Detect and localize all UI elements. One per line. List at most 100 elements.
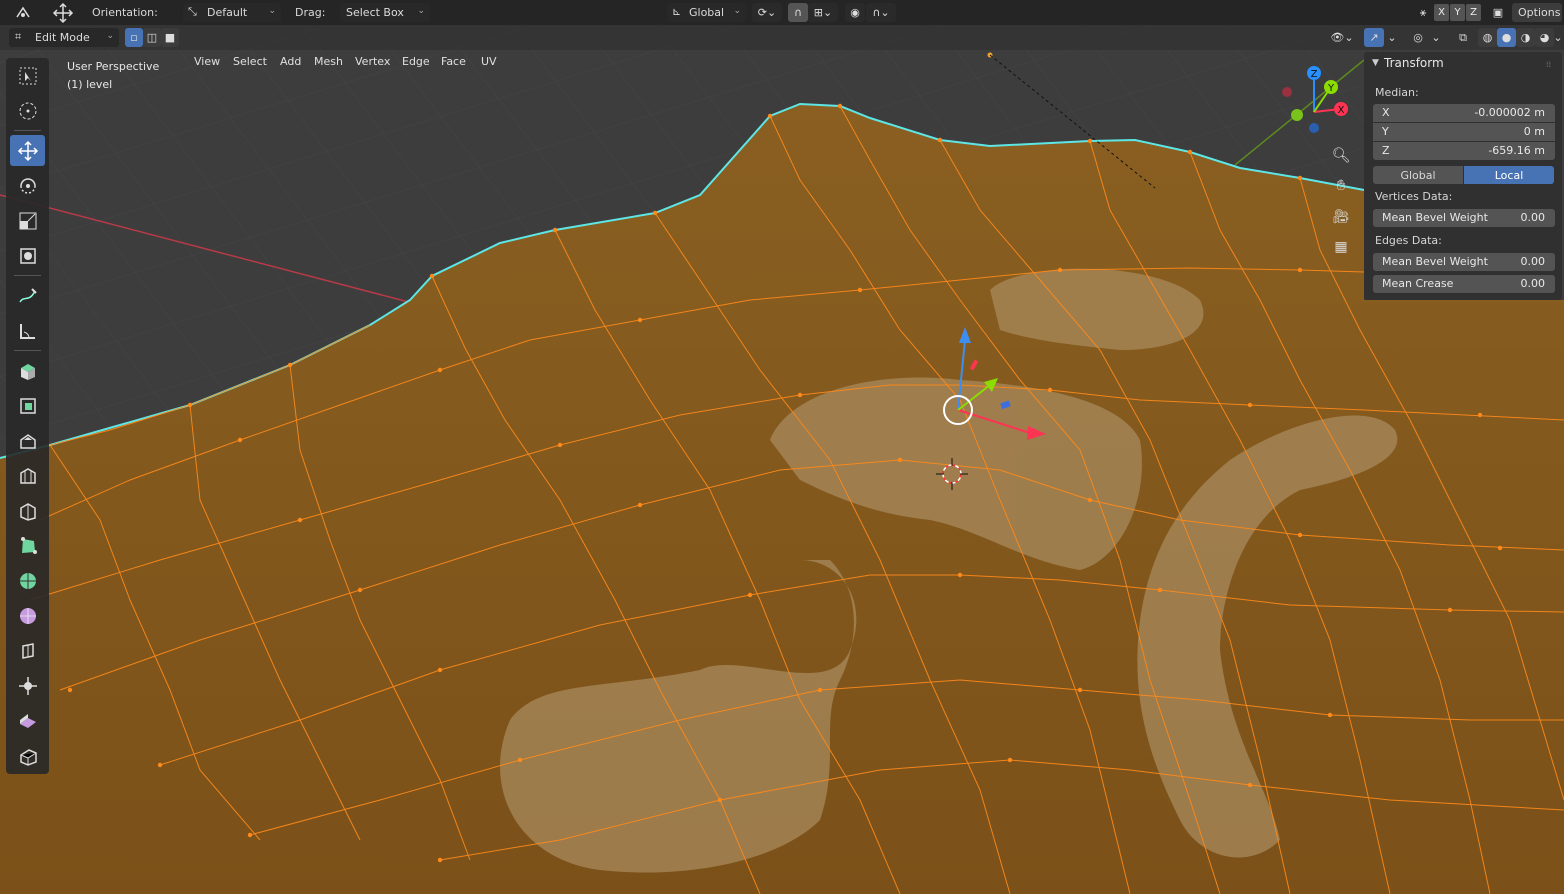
tool-edge-slide[interactable] (10, 635, 45, 666)
visibility-button[interactable]: 👁⌄ (1327, 28, 1357, 47)
tool-spin[interactable] (10, 565, 45, 596)
tool-smooth[interactable] (10, 600, 45, 631)
shear-icon (19, 713, 36, 728)
overlays-toggle[interactable]: ◎ (1408, 28, 1428, 47)
hand-icon: ✋︎ (1336, 176, 1346, 194)
transform-orientation-value: Global (689, 6, 725, 19)
camera-icon: 🎥︎ (1332, 209, 1350, 225)
shading-rendered[interactable]: ◕ (1535, 28, 1554, 47)
rendered-sphere-icon: ◕ (1539, 31, 1550, 44)
median-z-field[interactable]: Z -659.16 m (1373, 142, 1555, 160)
tool-bevel[interactable] (10, 460, 45, 491)
gizmo-y-label: Y (1327, 83, 1335, 94)
gizmo-x-label: X (1338, 105, 1345, 116)
gizmo-dropdown[interactable]: ⌄ (1384, 28, 1400, 47)
gizmo-neg-y (1291, 109, 1303, 121)
tool-inset-faces[interactable] (10, 425, 45, 456)
edge-bevel-key: Mean Bevel Weight (1382, 255, 1488, 268)
tool-annotate[interactable] (10, 280, 45, 311)
menu-select[interactable]: Select (230, 53, 270, 70)
edge-bevel-weight-field[interactable]: Mean Bevel Weight 0.00 (1373, 253, 1555, 271)
z-value: -659.16 m (1488, 144, 1545, 157)
pan-button[interactable]: ✋︎ (1329, 173, 1353, 197)
drag-label: Drag: (295, 6, 326, 19)
move-arrows-icon[interactable] (50, 0, 76, 25)
shading-material[interactable]: ◑ (1516, 28, 1535, 47)
mirror-z-button[interactable]: Z (1466, 4, 1481, 21)
xray-toggle[interactable]: ⧉ (1453, 28, 1473, 47)
tool-move[interactable] (10, 135, 45, 166)
tool-rotate[interactable] (10, 170, 45, 201)
median-y-field[interactable]: Y 0 m (1373, 123, 1555, 141)
mirror-y-button[interactable]: Y (1450, 4, 1465, 21)
xray-icon: ⧉ (1459, 30, 1467, 44)
pivot-point-button[interactable]: ⟳⌄ (752, 3, 782, 22)
menu-uv[interactable]: UV (478, 53, 500, 70)
tool-select-box[interactable] (10, 60, 45, 91)
tool-loop-cut[interactable] (10, 495, 45, 526)
tool-poly-build[interactable] (10, 530, 45, 561)
tool-shrink-fatten[interactable] (10, 670, 45, 701)
global-space-button[interactable]: Global (1373, 166, 1463, 184)
vertex-select-mode[interactable]: ▫ (125, 28, 143, 47)
tool-add-cube[interactable] (10, 355, 45, 386)
zoom-magnifier-icon: 🔍︎ (1331, 146, 1351, 164)
snap-toggle[interactable]: ∩ (788, 3, 808, 22)
vertex-bevel-weight-field[interactable]: Mean Bevel Weight 0.00 (1373, 209, 1555, 227)
shading-solid[interactable]: ● (1497, 28, 1516, 47)
mode-dropdown[interactable]: ⌗ Edit Mode ⌄ (9, 28, 119, 47)
menu-vertex[interactable]: Vertex (352, 53, 393, 70)
bevel-icon (19, 467, 36, 484)
shading-dropdown[interactable]: ⌄ (1553, 28, 1563, 47)
tool-scale[interactable] (10, 205, 45, 236)
rip-region-icon (19, 748, 37, 766)
collapse-triangle-icon[interactable]: ▼ (1372, 58, 1379, 68)
local-space-button[interactable]: Local (1464, 166, 1554, 184)
mirror-x-button[interactable]: X (1434, 4, 1449, 21)
falloff-button[interactable]: ∩⌄ (866, 3, 896, 22)
tool-shear[interactable] (10, 705, 45, 736)
menu-mesh[interactable]: Mesh (311, 53, 346, 70)
gizmo-icon: ↗ (1369, 31, 1379, 44)
panel-title[interactable]: Transform (1384, 56, 1444, 70)
orientation-dropdown[interactable]: ⤡ Default ⌄ (183, 3, 281, 22)
tool-extrude-region[interactable] (10, 390, 45, 421)
vertices-data-label: Vertices Data: (1375, 190, 1453, 203)
options-label: Options (1518, 6, 1561, 19)
drag-value: Select Box (346, 6, 404, 19)
gizmo-toggle[interactable]: ↗ (1364, 28, 1384, 47)
zoom-button[interactable]: 🔍︎ (1329, 143, 1353, 167)
edge-crease-field[interactable]: Mean Crease 0.00 (1373, 275, 1555, 293)
auto-merge-icon[interactable]: ▣ (1488, 3, 1508, 22)
object-info: (1) level (67, 78, 113, 91)
perspective-toggle[interactable]: ▦ (1329, 235, 1353, 259)
tool-cursor[interactable] (10, 95, 45, 126)
tool-measure[interactable] (10, 315, 45, 346)
scale-icon (19, 212, 36, 229)
proportional-edit-toggle[interactable]: ◉ (845, 3, 865, 22)
shading-wireframe[interactable]: ◍ (1478, 28, 1497, 47)
transform-orientation-dropdown[interactable]: ⊾ Global ⌄ (667, 3, 746, 22)
tool-transform[interactable] (10, 240, 45, 271)
overlays-dropdown[interactable]: ⌄ (1428, 28, 1444, 47)
orientation-icon: ⤡ (188, 5, 197, 18)
tool-rip-region[interactable] (10, 740, 45, 771)
camera-view-button[interactable]: 🎥︎ (1329, 205, 1353, 229)
drag-dropdown[interactable]: Select Box ⌄ (340, 3, 430, 22)
menu-face[interactable]: Face (438, 53, 469, 70)
edge-select-mode[interactable]: ◫ (143, 28, 161, 47)
face-select-mode[interactable]: ■ (161, 28, 179, 47)
tool-icon[interactable] (8, 3, 38, 22)
edge-select-icon: ◫ (146, 31, 158, 44)
navigation-gizmo[interactable]: Z X Y (1274, 60, 1364, 140)
menu-add[interactable]: Add (277, 53, 304, 70)
menu-view[interactable]: View (191, 53, 223, 70)
median-x-field[interactable]: X -0.000002 m (1373, 104, 1555, 122)
orientation-value: Default (207, 6, 248, 19)
snap-target-button[interactable]: ⊞⌄ (808, 3, 838, 22)
drag-grip-icon[interactable]: ⁞⁞ (1546, 60, 1556, 69)
options-button[interactable]: Options (1512, 3, 1562, 22)
face-select-icon: ■ (164, 31, 176, 44)
cursor-icon (19, 102, 36, 119)
menu-edge[interactable]: Edge (399, 53, 433, 70)
